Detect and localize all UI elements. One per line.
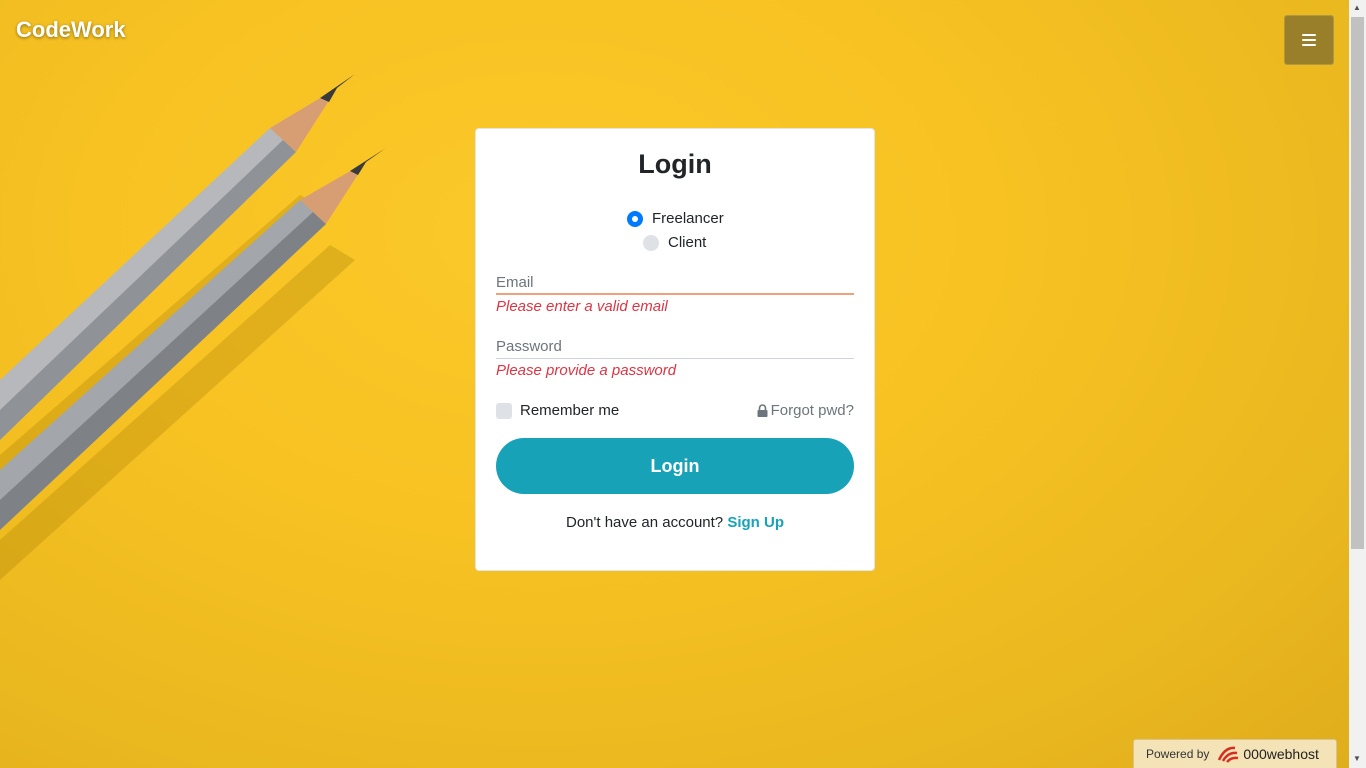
forgot-password-label: Forgot pwd? (770, 402, 854, 419)
radio-client[interactable]: Client (643, 234, 706, 251)
powered-by-badge[interactable]: Powered by 000webhost (1133, 739, 1337, 768)
signup-link[interactable]: Sign Up (727, 514, 784, 531)
scrollbar-thumb[interactable] (1351, 17, 1364, 549)
signup-row: Don't have an account? Sign Up (476, 514, 874, 531)
hamburger-icon (1302, 34, 1316, 46)
scroll-down-arrow-icon[interactable]: ▼ (1353, 755, 1361, 763)
radio-unselected-icon[interactable] (643, 234, 659, 251)
password-error: Please provide a password (496, 362, 677, 379)
webhost-brand-text: 000webhost (1243, 746, 1319, 762)
brand-logo[interactable]: CodeWork (16, 17, 126, 43)
remember-me-label: Remember me (520, 402, 620, 419)
radio-freelancer[interactable]: Freelancer (627, 210, 724, 227)
remember-me-checkbox[interactable]: Remember me (496, 402, 619, 419)
radio-selected-icon[interactable] (627, 210, 643, 227)
pencils-illustration (0, 74, 386, 580)
signup-prompt: Don't have an account? (566, 514, 724, 531)
email-error: Please enter a valid email (496, 298, 668, 315)
login-title: Login (638, 149, 712, 179)
forgot-password-link[interactable]: Forgot pwd? (757, 402, 854, 419)
checkbox-box[interactable] (496, 402, 512, 419)
scroll-up-arrow-icon[interactable]: ▲ (1353, 4, 1361, 12)
password-field[interactable] (496, 335, 854, 359)
radio-client-label: Client (668, 234, 707, 251)
login-card: Login Freelancer Client Please enter a v… (475, 128, 875, 571)
lock-icon (757, 404, 768, 417)
email-field[interactable] (496, 271, 854, 295)
login-button[interactable]: Login (496, 438, 854, 494)
powered-by-text: Powered by (1146, 747, 1210, 761)
webhost-logo-icon (1218, 746, 1239, 763)
radio-freelancer-label: Freelancer (652, 210, 724, 227)
menu-toggle-button[interactable] (1284, 15, 1334, 65)
